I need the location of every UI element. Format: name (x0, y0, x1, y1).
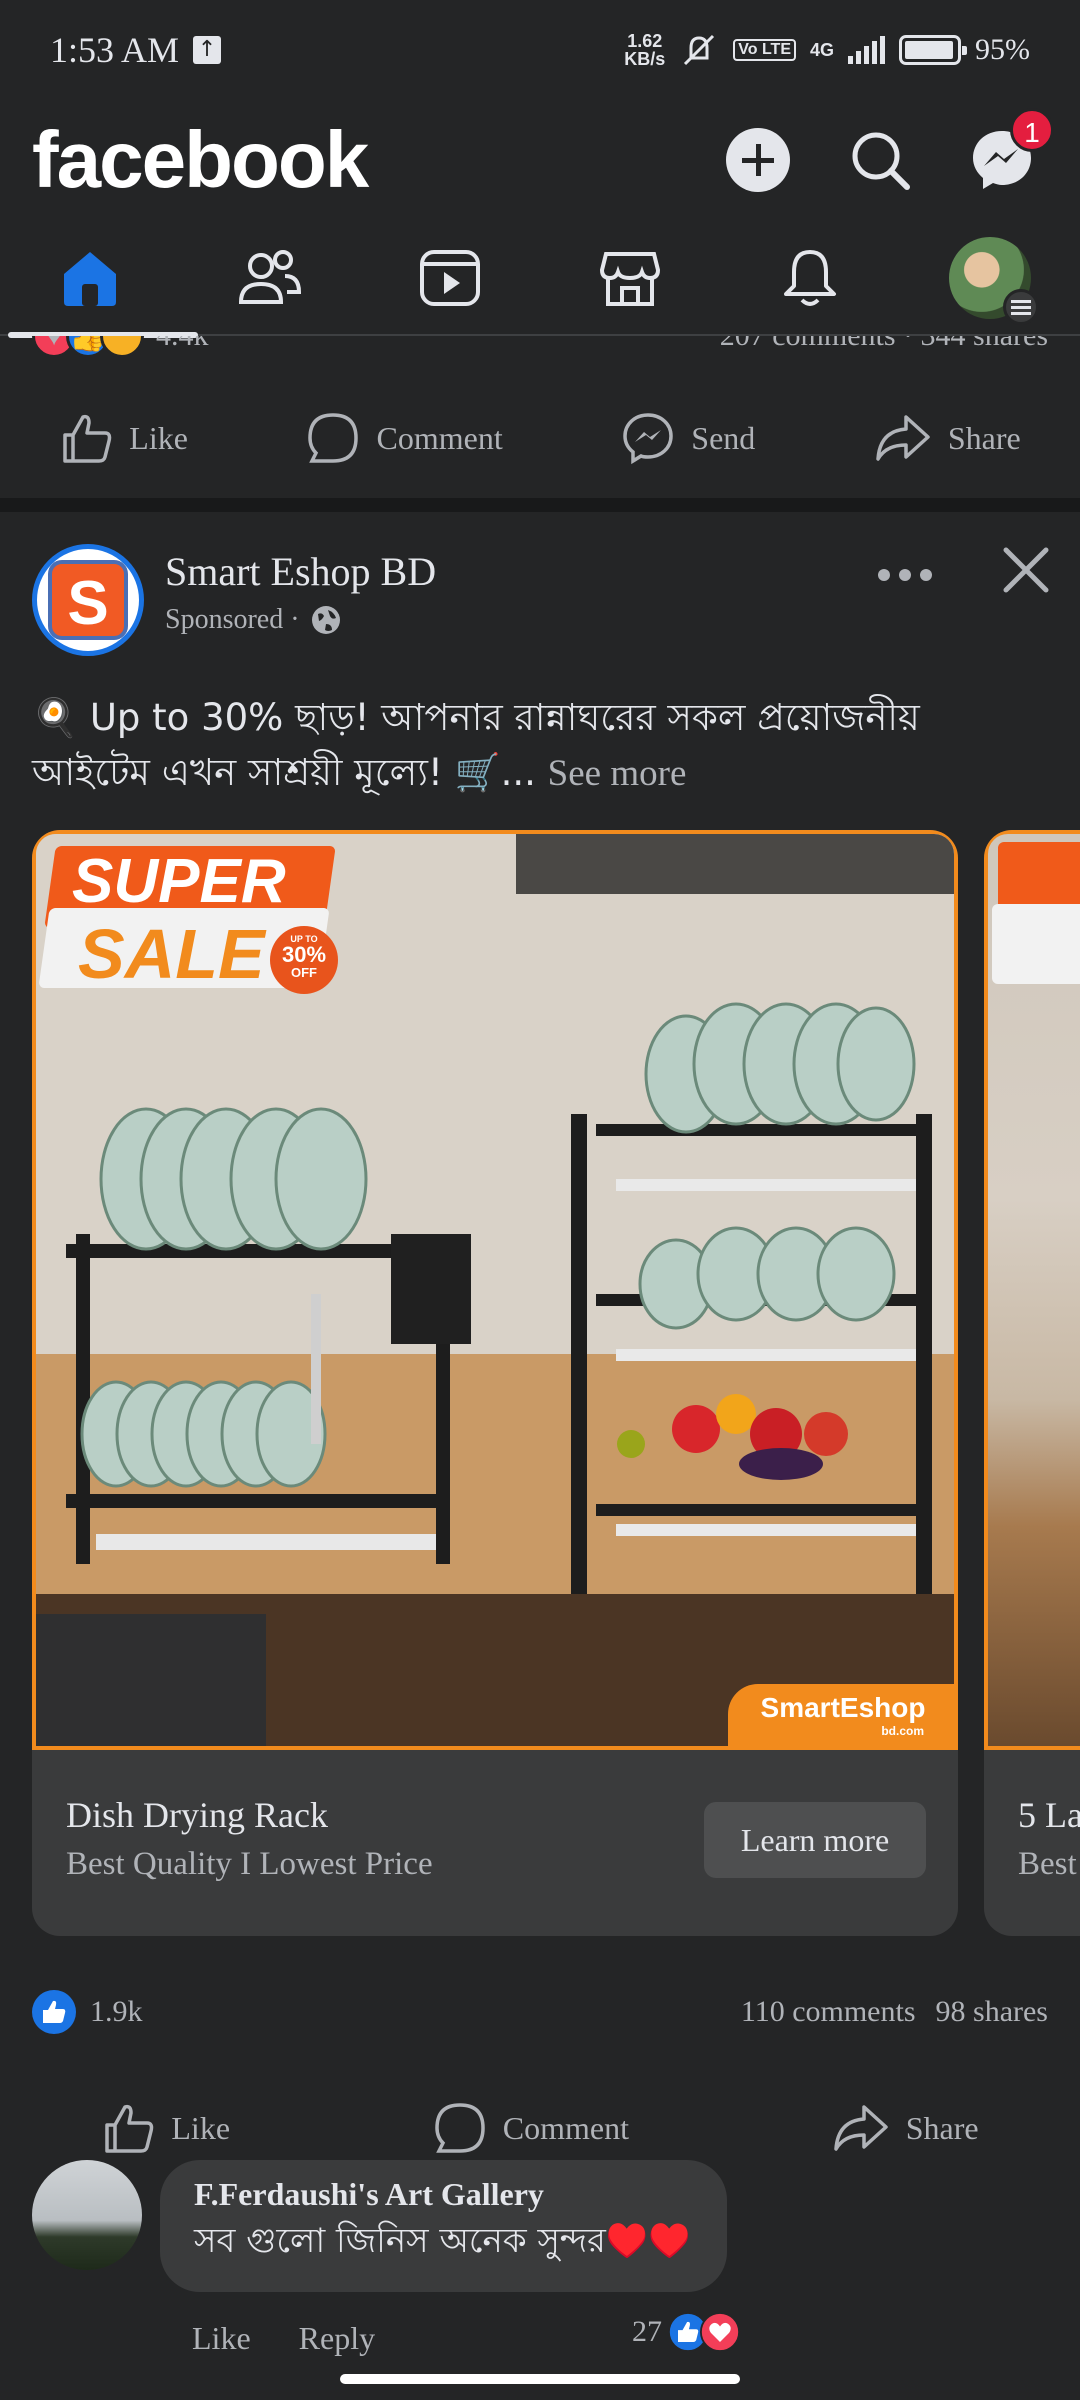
comment-reactions[interactable]: 27 (632, 2312, 740, 2352)
commenter-avatar[interactable] (32, 2160, 142, 2270)
page-logo: S (48, 560, 128, 640)
facebook-logo[interactable]: facebook (32, 114, 369, 206)
brand-watermark: SmartEshop bd.com (728, 1684, 954, 1746)
comment-text: সব গুলো জিনিস অনেক সুন্দর♥️♥️ (194, 2221, 691, 2261)
like-button[interactable]: Like (101, 2101, 230, 2155)
search-button[interactable] (834, 114, 926, 206)
network-type: 4G (809, 40, 834, 60)
reaction-count: 1.9k (90, 1995, 143, 2028)
volte-badge: Vo LTE (733, 39, 796, 61)
top-comment: F.Ferdaushi's Art Gallery সব গুলো জিনিস … (32, 2160, 1048, 2360)
learn-more-button[interactable]: Learn more (704, 1802, 926, 1878)
carousel-card-next[interactable]: 5 La Best (984, 830, 1080, 1936)
share-icon (876, 415, 930, 461)
previous-share-button[interactable]: Share (874, 411, 1021, 465)
main-nav-tabs (0, 220, 1080, 338)
more-options-button[interactable] (870, 550, 940, 600)
profile-avatar (949, 237, 1039, 325)
comment-reaction-count: 27 (632, 2315, 662, 2348)
hide-post-button[interactable] (996, 540, 1056, 600)
haha-react-icon (100, 336, 144, 358)
super-sale-banner: SUPER SALE UP TO 30% OFF (38, 838, 342, 998)
tab-video[interactable] (382, 220, 518, 336)
page-name[interactable]: Smart Eshop BD (165, 548, 436, 595)
globe-icon (311, 606, 340, 634)
more-icon (878, 569, 932, 581)
like-reaction-icon (32, 1990, 76, 2034)
like-icon (105, 2104, 154, 2153)
home-indicator[interactable] (340, 2374, 740, 2384)
page-avatar[interactable]: S (32, 544, 144, 656)
plus-icon (726, 128, 790, 192)
previous-send-button[interactable]: Send (621, 411, 755, 465)
comment-reply-button[interactable]: Reply (299, 2320, 375, 2357)
bell-icon (784, 250, 836, 306)
create-button[interactable] (712, 114, 804, 206)
love-reaction-icon (700, 2312, 740, 2352)
like-icon (63, 414, 112, 463)
messenger-badge: 1 (1010, 108, 1054, 152)
next-product-image[interactable] (984, 830, 1080, 1750)
card-info: Dish Drying Rack Best Quality I Lowest P… (32, 1750, 958, 1936)
discount-sticker: UP TO 30% OFF (270, 926, 338, 994)
see-more-link[interactable]: See more (548, 753, 687, 794)
tab-marketplace[interactable] (562, 220, 698, 336)
mute-icon (684, 34, 715, 66)
tab-home[interactable] (8, 220, 198, 338)
comment-like-button[interactable]: Like (192, 2320, 251, 2357)
tab-profile-menu[interactable] (922, 220, 1058, 336)
search-icon (852, 132, 910, 190)
carousel-card[interactable]: SUPER SALE UP TO 30% OFF SmartEshop bd.c… (32, 830, 958, 1936)
comments-count[interactable]: 110 comments (741, 1995, 916, 2029)
shares-count[interactable]: 98 shares (936, 1995, 1048, 2029)
previous-post-reactions[interactable]: ♥ 👍 4.4k (32, 336, 209, 358)
upload-icon: ↑ (193, 36, 222, 64)
net-speed: 1.62 KB/s (624, 31, 666, 69)
post-header: S Smart Eshop BD Sponsored · (0, 510, 1080, 656)
post-text: 🍳 Up to 30% ছাড়! আপনার রান্নাঘরের সকল প… (32, 696, 920, 794)
status-bar: 1:53 AM ↑ 1.62 KB/s Vo LTE 4G 95% (0, 0, 1080, 100)
next-card-subtitle: Best (1018, 1846, 1077, 1882)
tab-friends[interactable] (202, 220, 338, 336)
battery-icon (899, 35, 967, 65)
comment-icon (308, 413, 359, 463)
tab-notifications[interactable] (742, 220, 878, 336)
comment-icon (435, 2103, 485, 2153)
card-title: Dish Drying Rack (66, 1795, 328, 1835)
video-icon (420, 250, 480, 306)
share-button[interactable]: Share (832, 2101, 979, 2155)
product-image[interactable]: SUPER SALE UP TO 30% OFF SmartEshop bd.c… (32, 830, 958, 1750)
card-subtitle: Best Quality I Lowest Price (66, 1846, 433, 1882)
previous-like-button[interactable]: Like (59, 411, 188, 465)
messenger-send-icon (623, 413, 674, 465)
previous-comments-shares[interactable]: 207 comments · 344 shares (720, 336, 1048, 353)
close-icon (1003, 547, 1049, 593)
comment-bubble[interactable]: F.Ferdaushi's Art Gallery সব গুলো জিনিস … (160, 2160, 727, 2292)
comment-button[interactable]: Comment (433, 2101, 629, 2155)
friends-icon (238, 250, 302, 304)
status-time: 1:53 AM (50, 30, 180, 70)
sponsored-post: S Smart Eshop BD Sponsored · 🍳 Up to 30%… (0, 510, 1080, 2356)
top-bar: facebook 1 (0, 100, 1080, 220)
home-icon (64, 252, 116, 306)
previous-comment-button[interactable]: Comment (306, 411, 503, 465)
messenger-button[interactable]: 1 (956, 108, 1054, 206)
menu-icon (1003, 289, 1039, 325)
post-stats: 1.9k 110 comments 98 shares (32, 1982, 1048, 2042)
share-icon (833, 2105, 888, 2151)
sponsored-label: Sponsored · (165, 604, 342, 636)
marketplace-icon (599, 252, 661, 306)
signal-icon (848, 36, 885, 64)
commenter-name[interactable]: F.Ferdaushi's Art Gallery (194, 2176, 691, 2213)
post-reactions[interactable]: 1.9k (32, 1990, 143, 2034)
previous-post-footer: ♥ 👍 4.4k 207 comments · 344 shares Like … (0, 336, 1080, 496)
previous-reaction-count: 4.4k (156, 336, 209, 353)
battery-percent: 95% (975, 33, 1030, 66)
next-card-title: 5 La (1018, 1795, 1080, 1835)
ad-carousel[interactable]: SUPER SALE UP TO 30% OFF SmartEshop bd.c… (32, 820, 1080, 1960)
